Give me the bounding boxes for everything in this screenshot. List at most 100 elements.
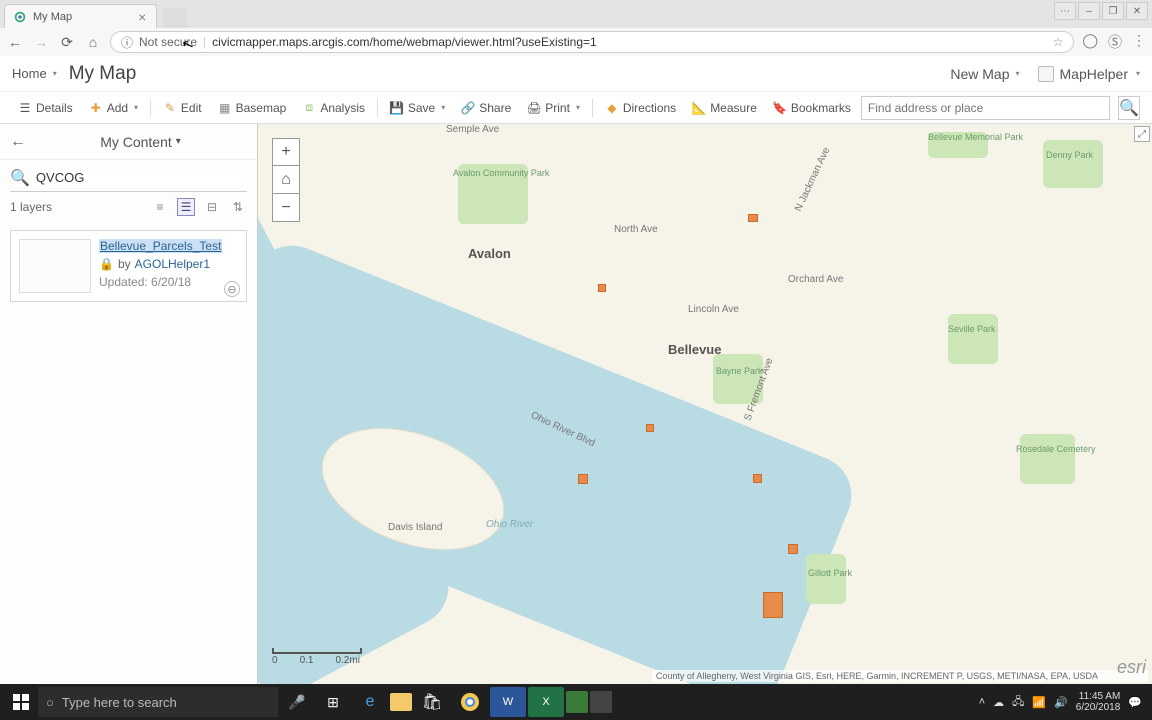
security-label: Not secure: [139, 35, 197, 49]
chrome-extension-icons: ◯ Ⓢ ⋮: [1082, 32, 1146, 52]
word-icon[interactable]: W: [490, 687, 526, 717]
info-icon: ⓘ: [121, 34, 133, 51]
tab-title: My Map: [33, 11, 72, 23]
default-extent-button[interactable]: ⌂: [272, 166, 300, 194]
auth-icon: 🔒: [99, 257, 114, 271]
view-list-icon[interactable]: ≡: [151, 198, 169, 216]
new-tab-button[interactable]: [163, 8, 187, 28]
sort-icon[interactable]: ⇅: [229, 198, 247, 216]
print-dropdown[interactable]: 🖨Print▾: [521, 98, 586, 118]
reload-button[interactable]: ⟳: [58, 33, 76, 51]
panel-title-dropdown[interactable]: My Content ▾: [34, 134, 247, 150]
excel-icon[interactable]: X: [528, 687, 564, 717]
back-button[interactable]: ←: [6, 33, 24, 51]
minimize-button[interactable]: –: [1078, 2, 1100, 20]
directions-button[interactable]: ◆Directions: [599, 98, 682, 118]
tab-close-icon[interactable]: ×: [138, 9, 146, 25]
browser-tab[interactable]: My Map ×: [4, 4, 157, 28]
analysis-button[interactable]: ⧈Analysis: [296, 98, 371, 118]
chrome-icon[interactable]: [452, 687, 488, 717]
user-menu[interactable]: MapHelper ▾: [1038, 66, 1141, 82]
card-more-button[interactable]: ⊖: [224, 281, 240, 297]
arcgis-header: Home ▾ My Map New Map ▾ MapHelper ▾: [0, 56, 1152, 92]
author-link[interactable]: AGOLHelper1: [135, 257, 210, 271]
task-view-icon[interactable]: ⊞: [316, 687, 350, 717]
details-icon: ☰: [18, 101, 32, 115]
basemap-button[interactable]: ▦Basemap: [212, 98, 293, 118]
url-text: civicmapper.maps.arcgis.com/home/webmap/…: [212, 35, 597, 49]
map-canvas[interactable]: Bellevue Avalon Ohio River Davis Island …: [258, 124, 1152, 684]
geocode-input[interactable]: [868, 101, 1103, 115]
directions-icon: ◆: [605, 101, 619, 115]
panel-back-button[interactable]: ←: [10, 133, 26, 151]
print-icon: 🖨: [527, 101, 541, 115]
address-bar[interactable]: ⓘ Not secure | civicmapper.maps.arcgis.c…: [110, 31, 1074, 53]
edge-icon[interactable]: e: [352, 687, 388, 717]
chevron-down-icon: ▾: [441, 103, 445, 112]
scale-bar: 0 0.1 0.2mi: [272, 648, 362, 666]
chevron-down-icon: ▾: [53, 69, 57, 78]
map-attribution: County of Allegheny, West Virginia GIS, …: [652, 670, 1148, 682]
windows-taskbar: ○ Type here to search 🎤 ⊞ e 🛍 W X ˄ ☁ 🖧 …: [0, 684, 1152, 720]
view-table-icon[interactable]: ⊟: [203, 198, 221, 216]
expand-map-button[interactable]: ⤢: [1134, 126, 1150, 142]
chrome-menu-icon[interactable]: ⋮: [1132, 32, 1146, 52]
geocode-search-button[interactable]: 🔍: [1118, 96, 1140, 120]
map-zoom-controls: + ⌂ −: [272, 138, 300, 222]
store-icon[interactable]: 🛍: [414, 687, 450, 717]
geocode-search[interactable]: [861, 96, 1110, 120]
tray-network-icon[interactable]: 🖧: [1012, 693, 1024, 712]
ext-icon[interactable]: ⋯: [1054, 2, 1076, 20]
zoom-in-button[interactable]: +: [272, 138, 300, 166]
bookmark-star-icon[interactable]: ☆: [1053, 35, 1064, 49]
bookmarks-button[interactable]: 🔖Bookmarks: [767, 98, 857, 118]
taskbar-search[interactable]: ○ Type here to search: [38, 687, 278, 717]
app-icon-dark[interactable]: [590, 691, 612, 713]
save-dropdown[interactable]: 💾Save▾: [384, 98, 451, 118]
tray-volume-icon[interactable]: 🔊: [1054, 696, 1068, 709]
measure-button[interactable]: 📐Measure: [686, 98, 763, 118]
close-window-button[interactable]: ✕: [1126, 2, 1148, 20]
tab-favicon: [13, 10, 27, 24]
start-button[interactable]: [6, 687, 36, 717]
layer-title-link[interactable]: Bellevue_Parcels_Test: [99, 239, 222, 253]
share-button[interactable]: 🔗Share: [455, 98, 517, 118]
tray-chevron-icon[interactable]: ˄: [979, 696, 985, 708]
edit-button[interactable]: ✎Edit: [157, 98, 208, 118]
add-icon: ✚: [89, 101, 103, 115]
search-icon: 🔍: [10, 168, 30, 188]
address-row: ← → ⟳ ⌂ ⓘ Not secure | civicmapper.maps.…: [0, 28, 1152, 56]
file-explorer-icon[interactable]: [390, 693, 412, 711]
add-dropdown[interactable]: ✚Add▾: [83, 98, 144, 118]
home-dropdown[interactable]: Home ▾: [12, 66, 57, 81]
details-button[interactable]: ☰Details: [12, 98, 79, 118]
zoom-out-button[interactable]: −: [272, 194, 300, 222]
home-chrome-button[interactable]: ⌂: [84, 33, 102, 51]
system-tray: ˄ ☁ 🖧 📶 🔊 11:45 AM 6/20/2018 💬: [979, 691, 1146, 713]
tray-notifications-icon[interactable]: 💬: [1128, 696, 1142, 709]
tray-cloud-icon[interactable]: ☁: [993, 696, 1004, 709]
taskbar-mic-icon[interactable]: 🎤: [280, 687, 314, 717]
tray-clock[interactable]: 11:45 AM 6/20/2018: [1076, 691, 1121, 713]
view-detail-icon[interactable]: ☰: [177, 198, 195, 216]
chevron-down-icon: ▾: [1136, 69, 1140, 78]
ext-circle-icon[interactable]: ◯: [1082, 32, 1098, 52]
ext-s-icon[interactable]: Ⓢ: [1108, 32, 1122, 52]
side-panel: ← My Content ▾ ↖ 🔍 1 layers ≡ ☰ ⊟ ⇅ Bell…: [0, 124, 258, 684]
layer-thumbnail: [19, 239, 91, 293]
panel-search: 🔍: [10, 164, 247, 192]
forward-button[interactable]: →: [32, 33, 50, 51]
tab-strip: My Map × ⋯ – ❐ ✕: [0, 0, 1152, 28]
basemap-icon: ▦: [218, 101, 232, 115]
main-area: ← My Content ▾ ↖ 🔍 1 layers ≡ ☰ ⊟ ⇅ Bell…: [0, 124, 1152, 684]
search-icon: 🔍: [1119, 98, 1139, 118]
layer-result-card[interactable]: Bellevue_Parcels_Test 🔒 by AGOLHelper1 U…: [10, 230, 247, 302]
new-map-dropdown[interactable]: New Map ▾: [950, 66, 1019, 82]
map-toolbar: ☰Details ✚Add▾ ✎Edit ▦Basemap ⧈Analysis …: [0, 92, 1152, 124]
maximize-button[interactable]: ❐: [1102, 2, 1124, 20]
layer-updated: Updated: 6/20/18: [99, 275, 222, 289]
browser-chrome: My Map × ⋯ – ❐ ✕ ← → ⟳ ⌂ ⓘ Not secure | …: [0, 0, 1152, 56]
tray-wifi-icon[interactable]: 📶: [1032, 696, 1046, 709]
app-icon-green[interactable]: [566, 691, 588, 713]
panel-search-input[interactable]: [36, 170, 247, 185]
